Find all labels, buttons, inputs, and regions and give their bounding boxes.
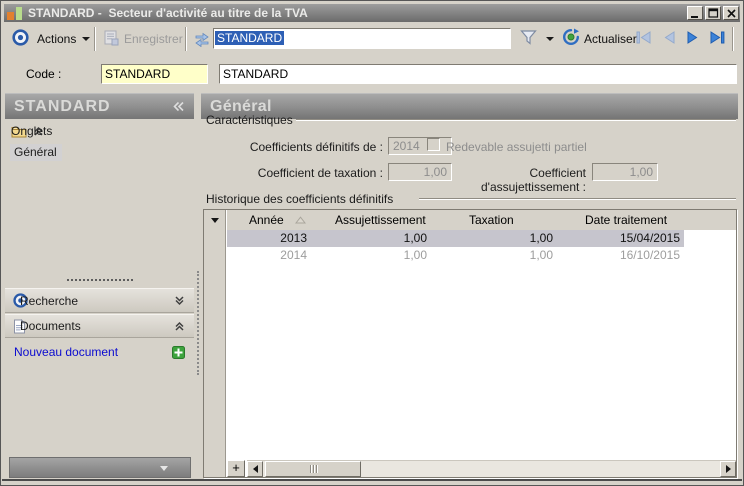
redevable-label: Redevable assujetti partiel	[446, 140, 587, 154]
scroll-left-button[interactable]	[247, 461, 263, 477]
toolbar-separator	[185, 27, 187, 51]
search-input-selected-text: STANDARD	[215, 31, 284, 45]
cell-date-traitement: 16/10/2015	[557, 247, 684, 264]
tree-item-label: Général	[10, 144, 62, 161]
cell-annee: 2014	[227, 247, 311, 264]
cell-taxation: 1,00	[431, 247, 557, 264]
filter-caret-icon[interactable]	[546, 37, 554, 41]
toolbar-separator	[94, 27, 96, 51]
close-icon	[726, 8, 737, 19]
group-divider	[296, 119, 736, 121]
cell-assujettissement: 1,00	[311, 247, 431, 264]
row-selector-icon	[211, 218, 219, 223]
group-label-caracteristiques: Caractéristiques	[206, 113, 293, 127]
sidebar: STANDARD Onglets Général	[5, 93, 194, 482]
column-header-annee[interactable]: Année	[227, 210, 311, 230]
history-table: Année Assujettissement Taxation Date tra…	[203, 209, 737, 478]
sort-ascending-icon	[295, 216, 306, 224]
toolbar-separator	[732, 27, 734, 51]
code-row: Code : STANDARD STANDARD	[4, 56, 740, 92]
last-record-button[interactable]	[708, 31, 726, 44]
minimize-button[interactable]	[687, 6, 703, 20]
title-bar: STANDARD - Secteur d'activité au titre d…	[4, 4, 740, 22]
add-document-icon[interactable]	[172, 346, 185, 359]
sidebar-header: STANDARD	[5, 93, 194, 119]
column-header-taxation[interactable]: Taxation	[431, 210, 557, 230]
sidebar-splitter-handle[interactable]	[67, 279, 133, 281]
cell-taxation: 1,00	[431, 230, 557, 247]
table-row[interactable]: 2013 1,00 1,00 15/04/2015	[227, 230, 684, 247]
scroll-right-icon	[726, 465, 731, 473]
collapse-sidebar-icon[interactable]	[172, 101, 185, 112]
cell-assujettissement: 1,00	[311, 230, 431, 247]
minimize-icon	[690, 8, 701, 19]
actions-bullseye-icon[interactable]	[12, 29, 29, 46]
designation-input[interactable]: STANDARD	[219, 64, 737, 84]
code-label: Code :	[26, 67, 61, 81]
sidebar-item-label: Onglets	[11, 124, 52, 138]
scroll-left-icon	[253, 465, 258, 473]
sidebar-section-documents[interactable]: Documents	[5, 314, 194, 338]
tree-item-general[interactable]: Général	[5, 143, 194, 161]
code-input[interactable]: STANDARD	[101, 64, 208, 84]
new-document-link[interactable]: Nouveau document	[14, 345, 118, 359]
chevron-double-up-icon[interactable]	[174, 321, 185, 331]
cell-annee: 2013	[227, 230, 311, 247]
coeff-assujettissement-input: 1,00	[592, 163, 658, 181]
group-divider	[419, 198, 736, 200]
redevable-checkbox	[427, 138, 440, 151]
row-selector-column[interactable]	[204, 210, 226, 477]
refresh-icon[interactable]	[562, 28, 580, 46]
new-document-row: Nouveau document	[5, 343, 194, 361]
search-input[interactable]: STANDARD	[213, 28, 511, 49]
actions-button[interactable]: Actions	[37, 32, 76, 46]
scrollbar-thumb[interactable]	[265, 461, 361, 477]
refresh-button[interactable]: Actualiser	[584, 32, 637, 46]
toolbar: Actions Enregistrer STANDARD Actua	[4, 22, 740, 56]
maximize-button[interactable]	[705, 6, 721, 20]
filter-icon[interactable]	[519, 28, 538, 47]
chevron-double-down-icon[interactable]	[174, 296, 185, 306]
save-icon	[103, 30, 120, 46]
sidebar-title: STANDARD	[14, 98, 111, 116]
sync-icon[interactable]	[193, 32, 211, 47]
coeff-assujettissement-label: Coefficient d'assujettissement :	[431, 166, 586, 194]
section-label: Recherche	[20, 294, 78, 308]
scrollbar-track[interactable]	[361, 461, 720, 477]
history-table-header: Année Assujettissement Taxation Date tra…	[227, 210, 736, 230]
actions-caret-icon[interactable]	[82, 37, 90, 41]
cell-date-traitement: 15/04/2015	[557, 230, 684, 247]
application-window: STANDARD - Secteur d'activité au titre d…	[0, 0, 744, 486]
sidebar-section-recherche[interactable]: Recherche	[5, 288, 194, 313]
app-logo-icon	[7, 7, 23, 20]
previous-record-button[interactable]	[661, 31, 677, 44]
sidebar-collapse-bar[interactable]	[9, 457, 191, 478]
horizontal-scrollbar[interactable]	[247, 460, 736, 477]
chevron-down-icon	[160, 466, 168, 471]
sidebar-item-onglets[interactable]: Onglets	[5, 121, 194, 141]
vertical-splitter-handle[interactable]	[197, 271, 199, 375]
history-rows: 2013 1,00 1,00 15/04/2015 2014 1,00 1,00…	[227, 230, 736, 264]
group-label-historique: Historique des coefficients définitifs	[206, 192, 393, 206]
column-header-date-traitement[interactable]: Date traitement	[557, 210, 684, 230]
scroll-right-button[interactable]	[720, 461, 736, 477]
save-button[interactable]: Enregistrer	[124, 32, 183, 46]
next-record-button[interactable]	[685, 31, 701, 44]
section-label: Documents	[20, 319, 81, 333]
coeff-taxation-label: Coefficient de taxation :	[211, 166, 383, 180]
close-button[interactable]	[723, 6, 739, 20]
main-panel: Général Caractéristiques Coefficients dé…	[201, 93, 738, 482]
first-record-button[interactable]	[635, 31, 653, 44]
grid-bottom-bar: +	[227, 460, 736, 477]
coeff-definitifs-label: Coefficients définitifs de :	[211, 140, 383, 154]
maximize-icon	[708, 8, 719, 19]
window-bottom-edge	[2, 479, 742, 481]
column-header-assujettissement[interactable]: Assujettissement	[311, 210, 431, 230]
add-row-button[interactable]: +	[227, 460, 245, 477]
coeff-definitifs-input: 2014	[388, 137, 452, 155]
table-row[interactable]: 2014 1,00 1,00 16/10/2015	[227, 247, 684, 264]
window-title: STANDARD - Secteur d'activité au titre d…	[28, 6, 308, 20]
